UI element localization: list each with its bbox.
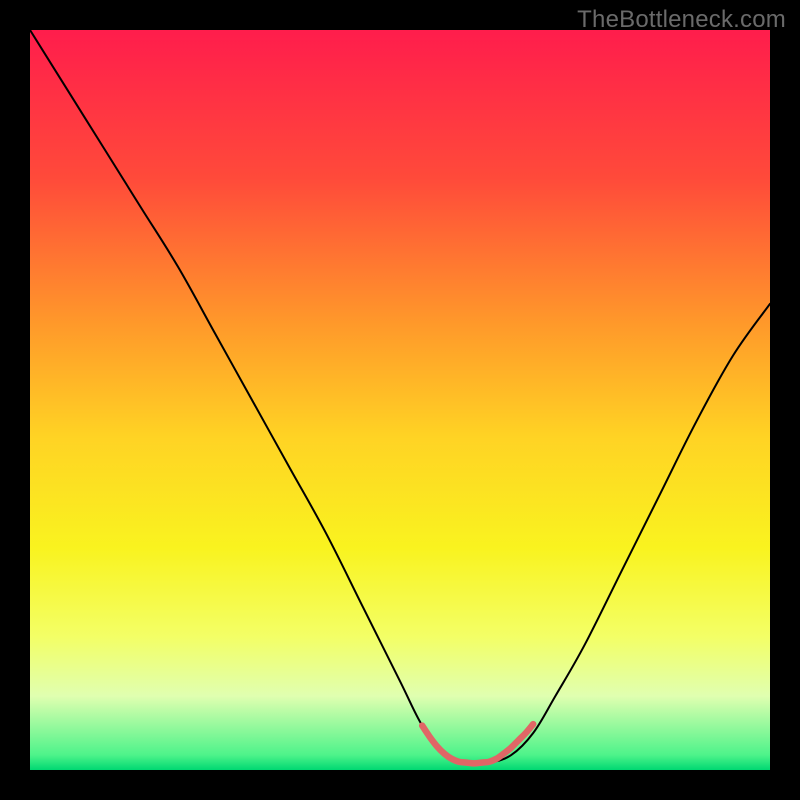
gradient-background [30, 30, 770, 770]
bottleneck-chart [0, 0, 800, 800]
watermark-text: TheBottleneck.com [577, 6, 786, 34]
chart-frame: TheBottleneck.com [0, 0, 800, 800]
